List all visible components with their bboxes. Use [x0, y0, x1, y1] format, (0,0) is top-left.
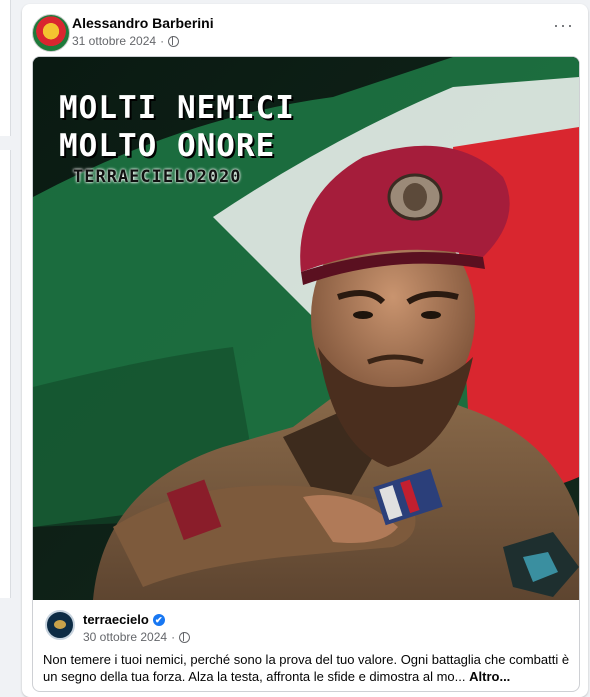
- page-name-row: terraecielo ✔: [83, 612, 165, 627]
- shared-post-date[interactable]: 30 ottobre 2024: [83, 630, 167, 644]
- globe-icon: [179, 631, 191, 643]
- image-watermark: TERRAECIELO2020: [73, 167, 242, 187]
- shared-post-meta: 30 ottobre 2024 ·: [83, 630, 191, 644]
- shared-meta-separator: ·: [171, 630, 176, 644]
- post-card: Alessandro Barberini 31 ottobre 2024 · ·…: [22, 4, 588, 697]
- left-panel-edge-top: [0, 0, 11, 136]
- page-name[interactable]: terraecielo: [83, 612, 149, 627]
- shared-post-footer: terraecielo ✔ 30 ottobre 2024 · Non teme…: [33, 600, 579, 691]
- author-avatar[interactable]: [32, 14, 70, 52]
- shared-post[interactable]: MOLTI NEMICI MOLTO ONORE TERRAECIELO2020…: [32, 56, 580, 692]
- image-title-line1: MOLTI NEMICI: [59, 90, 295, 126]
- post-image[interactable]: MOLTI NEMICI MOLTO ONORE TERRAECIELO2020: [33, 57, 579, 600]
- left-panel-edge-bottom: [0, 150, 11, 598]
- globe-icon: [168, 35, 180, 47]
- post-date[interactable]: 31 ottobre 2024: [72, 34, 156, 48]
- more-options-icon[interactable]: ···: [553, 16, 574, 34]
- image-title-line2: MOLTO ONORE: [59, 128, 276, 164]
- page-avatar[interactable]: [45, 610, 75, 640]
- see-more-link[interactable]: Altro...: [469, 669, 510, 684]
- post-text: Non temere i tuoi nemici, perché sono la…: [43, 651, 571, 685]
- image-title: MOLTI NEMICI MOLTO ONORE: [59, 89, 295, 165]
- author-name[interactable]: Alessandro Barberini: [72, 15, 214, 31]
- verified-badge-icon: ✔: [152, 613, 165, 626]
- post-meta: 31 ottobre 2024 ·: [72, 34, 180, 48]
- meta-separator: ·: [160, 34, 165, 48]
